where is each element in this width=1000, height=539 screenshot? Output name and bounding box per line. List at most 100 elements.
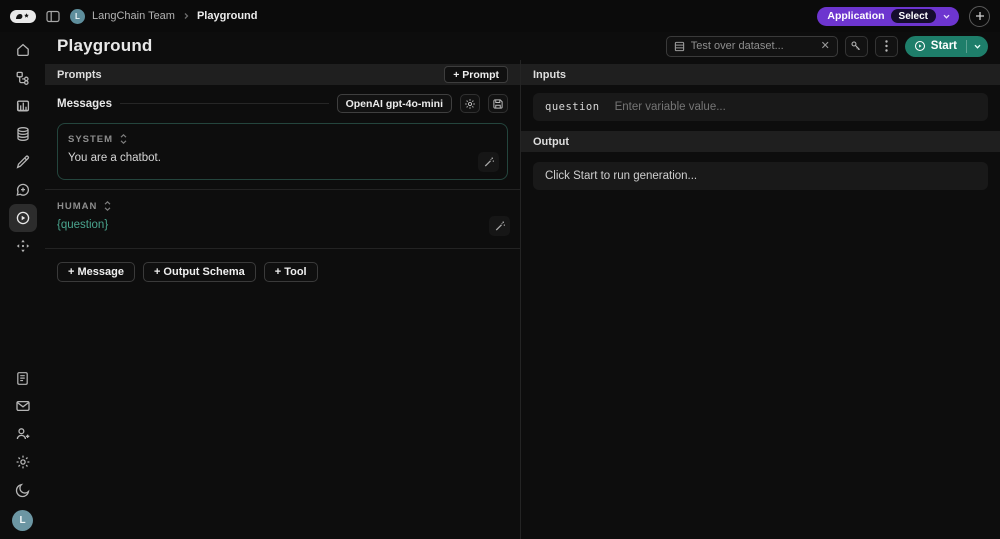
top-bar-left: L LangChain Team Playground [10,8,257,24]
sidebar-item-docs[interactable] [9,364,37,392]
gear-icon [16,455,29,469]
sidebar-item-theme-toggle[interactable] [9,476,37,504]
output-header: Output [521,131,1000,152]
add-message-button[interactable]: + Message [57,262,135,282]
magic-wand-icon [495,221,505,231]
langgraph-icon [16,239,29,253]
page-header: Playground ✕ [45,32,1000,60]
prompts-pane: Prompts + Prompt Messages OpenAI gpt-4o-… [45,60,521,539]
system-role-row: SYSTEM [68,133,497,145]
more-options-button[interactable] [874,35,898,57]
add-workspace-button[interactable] [969,5,990,27]
parrot-wrench-icon [16,12,29,19]
inputs-header-title: Inputs [533,68,566,81]
sidebar-item-deployments[interactable] [9,232,37,260]
chevron-right-icon [182,12,190,20]
home-icon [16,43,29,57]
input-variable-row: question [533,93,988,121]
reorder-updown-icon[interactable] [103,200,112,212]
sidebar-item-invite-user[interactable] [9,420,37,448]
system-message-text[interactable]: You are a chatbot. [68,152,497,164]
start-options-button[interactable] [967,36,988,57]
human-message-card[interactable]: HUMAN {question} [45,189,520,249]
save-icon [493,98,503,109]
trace-tree-icon [16,71,29,85]
kebab-menu-icon [885,40,888,52]
key-icon [851,41,861,50]
breadcrumb: L LangChain Team Playground [70,8,258,24]
play-icon [914,40,925,52]
chevron-down-icon [942,12,951,21]
chevron-down-icon [974,44,981,49]
model-settings-button[interactable] [460,94,480,113]
prompts-header-title: Prompts [57,68,102,81]
save-prompt-button[interactable] [488,94,508,113]
variable-name: question [545,101,600,113]
breadcrumb-page: Playground [196,10,258,22]
playground-toolbar: ✕ [665,35,988,57]
document-icon [17,371,28,385]
sidebar-item-playground[interactable] [8,204,37,232]
magic-wand-icon [484,157,494,167]
variable-value-input[interactable] [614,101,976,113]
application-select-value[interactable]: Select [890,9,936,23]
inputs-header: Inputs [521,64,1000,85]
clear-dataset-icon[interactable]: ✕ [821,40,830,52]
top-bar: L LangChain Team Playground Application … [0,0,1000,32]
human-message-text[interactable]: {question} [57,219,508,231]
breadcrumb-team[interactable]: LangChain Team [92,10,175,22]
secrets-button[interactable] [844,35,868,57]
output-header-title: Output [533,135,570,148]
sidebar-item-settings[interactable] [9,448,37,476]
app-root: L LangChain Team Playground Application … [0,0,1000,539]
dataset-select[interactable]: ✕ [665,35,838,57]
system-message-card[interactable]: SYSTEM You are a chatbot. [57,123,508,180]
application-selector[interactable]: Application Select [817,6,959,26]
sidebar-item-annotation[interactable] [9,148,37,176]
reorder-updown-icon[interactable] [119,133,128,145]
sidebar-item-feedback[interactable] [9,176,37,204]
message-actions: + Message + Output Schema + Tool [57,262,508,282]
play-circle-icon [16,211,29,225]
user-avatar[interactable]: L [12,510,33,531]
system-role-label[interactable]: SYSTEM [68,134,113,145]
sidebar-toggle-icon[interactable] [45,8,61,24]
sidebar-item-datasets[interactable] [9,120,37,148]
pen-icon [16,155,29,169]
human-role-label[interactable]: HUMAN [57,201,97,212]
improve-prompt-button[interactable] [489,216,510,236]
output-placeholder-text: Click Start to run generation... [545,170,698,182]
model-selector-button[interactable]: OpenAI gpt-4o-mini [336,94,452,113]
dataset-input[interactable] [690,40,815,52]
page-title: Playground [57,36,153,55]
messages-divider [119,103,329,104]
messages-toolbar: Messages OpenAI gpt-4o-mini [57,94,508,113]
io-pane: Inputs question Output Click Start to ru… [521,60,1000,539]
comment-plus-icon [15,183,29,196]
team-avatar[interactable]: L [70,8,85,24]
gear-icon [465,98,475,109]
start-button[interactable]: Start [905,36,966,57]
left-sidebar: L [0,32,45,539]
mail-icon [15,400,30,412]
add-tool-button[interactable]: + Tool [263,262,318,282]
human-role-row: HUMAN [57,200,508,212]
user-plus-icon [16,428,29,440]
moon-icon [15,483,29,498]
dataset-icon [674,41,684,51]
add-prompt-button[interactable]: + Prompt [444,66,508,83]
sidebar-item-home[interactable] [9,36,37,64]
output-placeholder-row: Click Start to run generation... [533,162,988,190]
improve-prompt-button[interactable] [478,152,499,172]
messages-label: Messages [57,97,112,110]
sidebar-item-tracing[interactable] [9,64,37,92]
bar-chart-icon [16,100,29,112]
start-button-group: Start [904,35,988,57]
langsmith-logo[interactable] [10,9,36,23]
sidebar-item-mail[interactable] [9,392,37,420]
sidebar-item-monitoring[interactable] [9,92,37,120]
prompts-header: Prompts + Prompt [45,64,520,85]
add-output-schema-button[interactable]: + Output Schema [142,262,256,282]
application-label: Application [827,10,885,22]
plus-icon [975,12,984,20]
